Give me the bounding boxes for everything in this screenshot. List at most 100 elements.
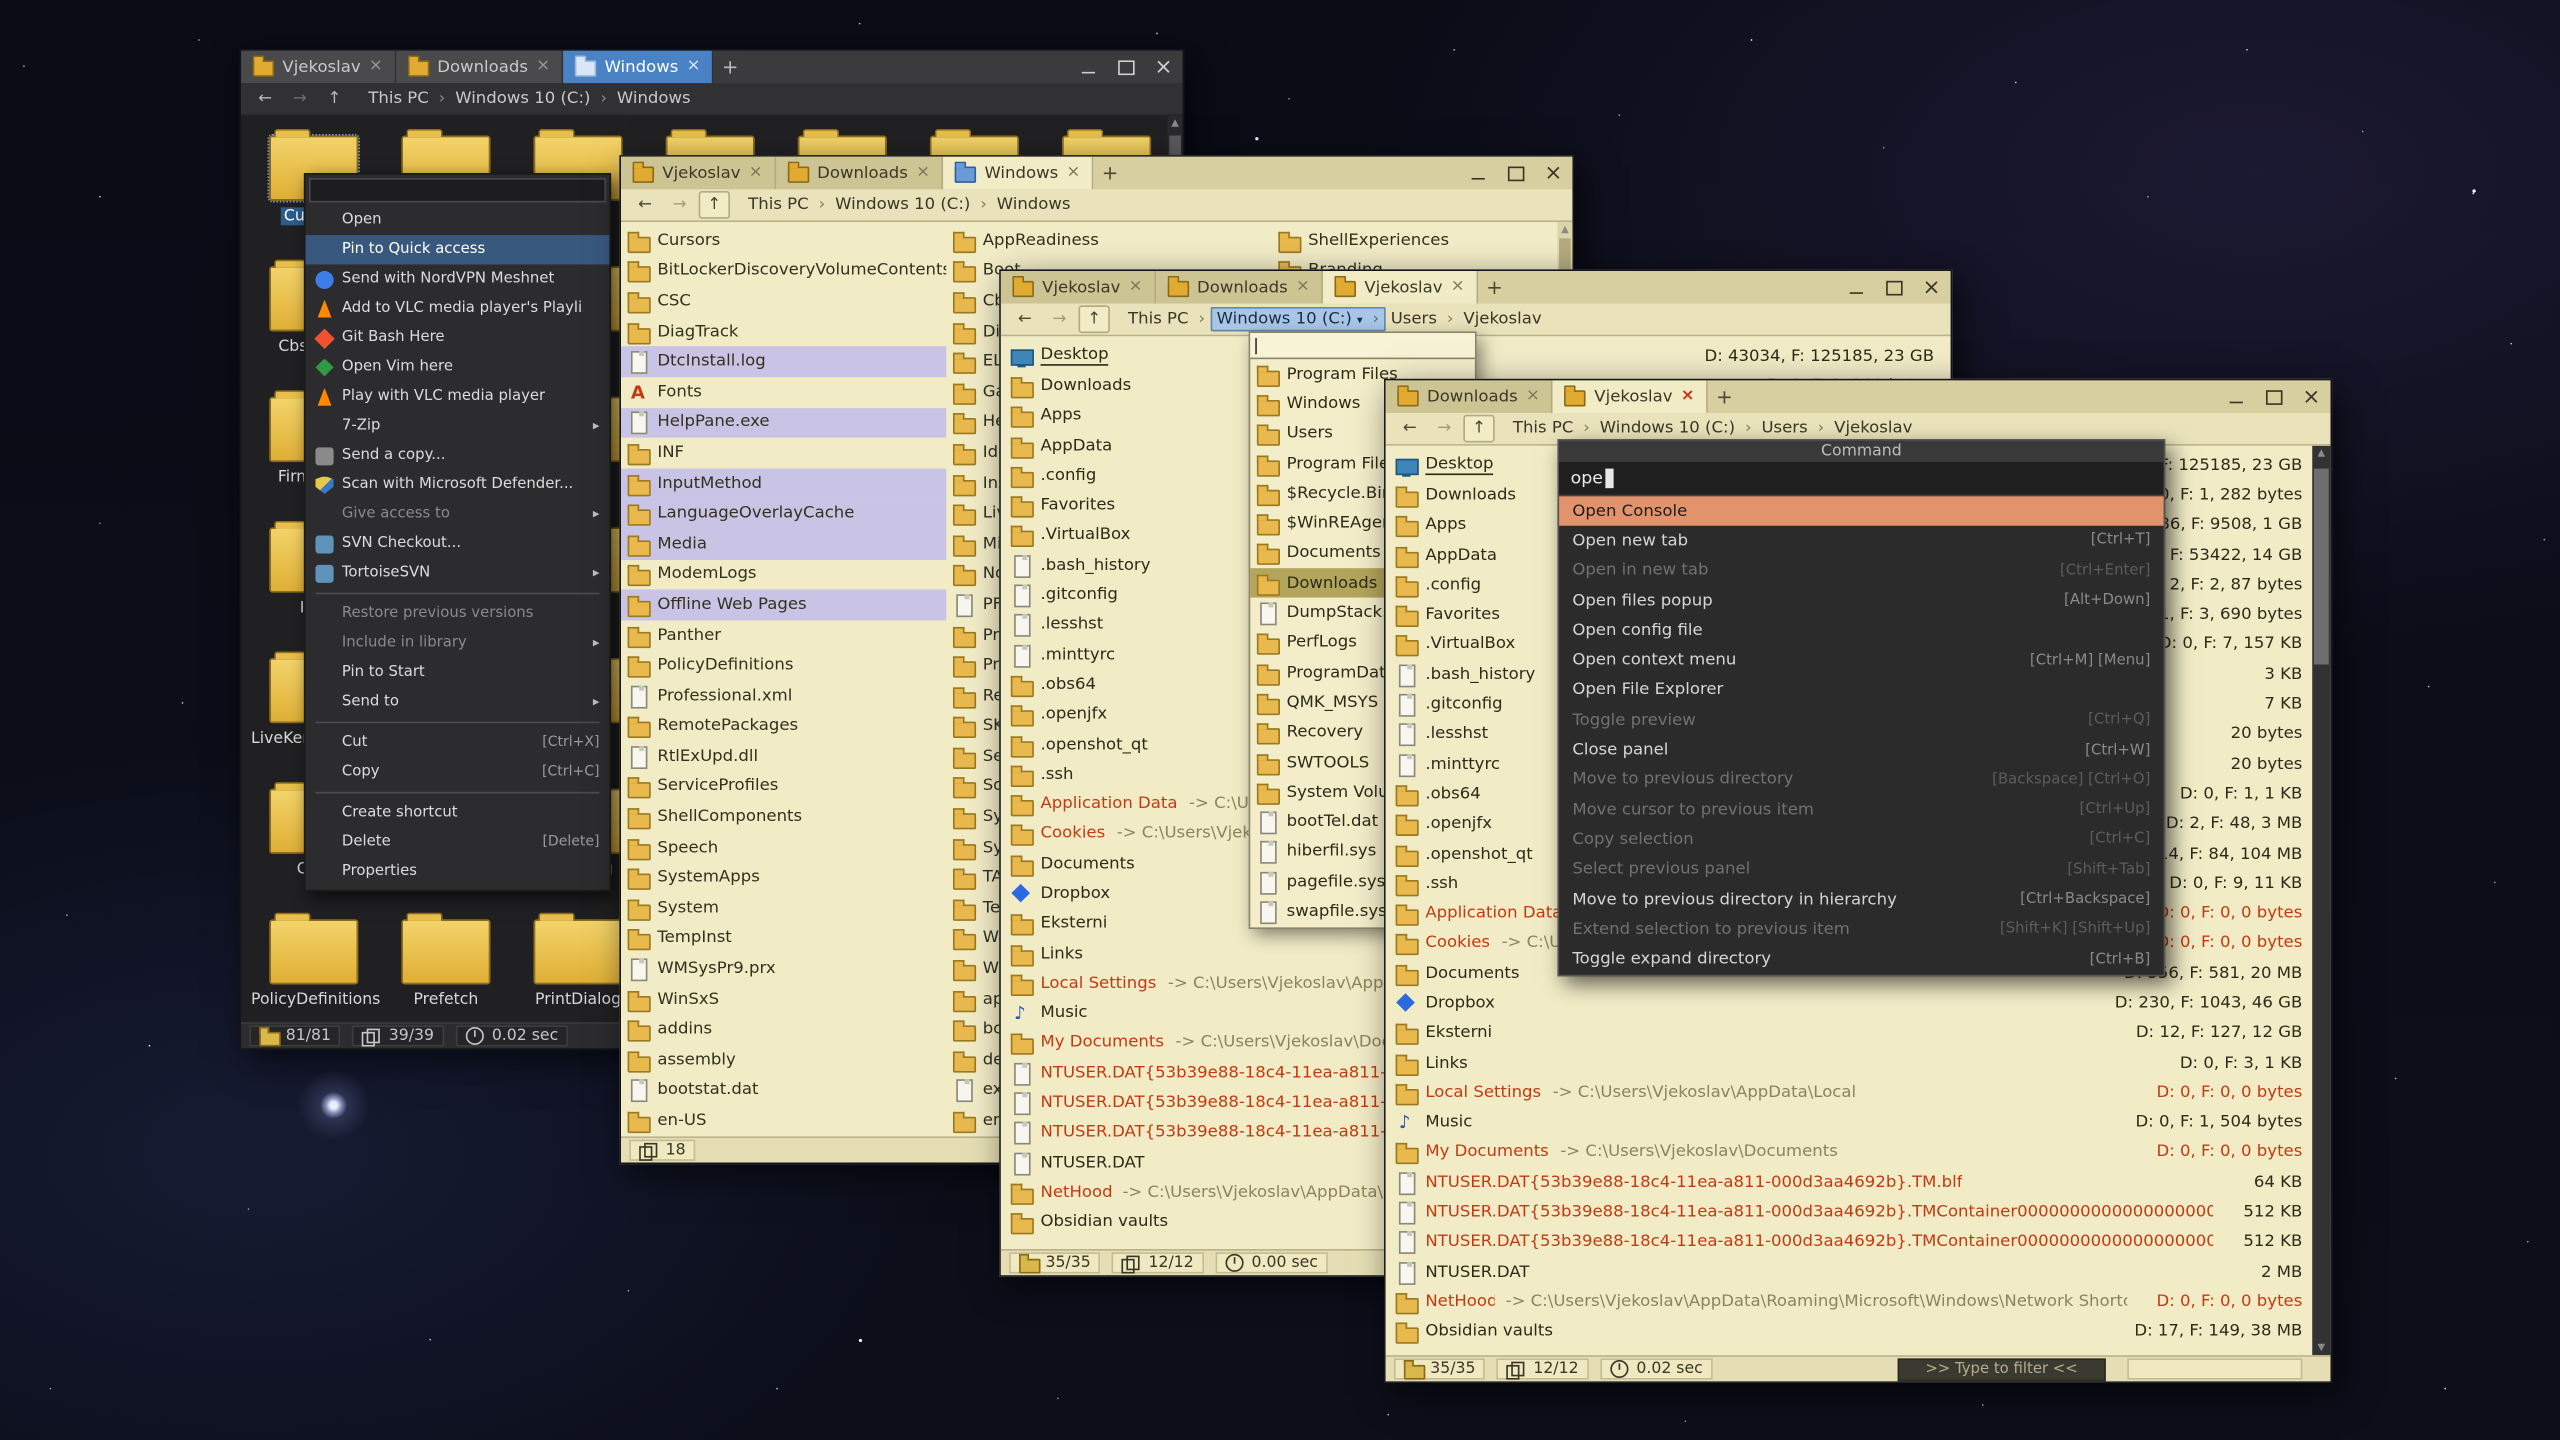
file-row[interactable]: bootstat.dat xyxy=(621,1075,946,1105)
breadcrumb-item[interactable]: Users xyxy=(1757,418,1830,439)
tab-close-icon[interactable] xyxy=(369,59,383,75)
context-menu-item[interactable]: Scan with Microsoft Defender... xyxy=(306,470,610,499)
file-row[interactable]: ShellExperiences xyxy=(1272,225,1573,255)
command-item[interactable]: Open files popup [Alt+Down] xyxy=(1559,586,2163,616)
minimize-button[interactable] xyxy=(1458,157,1496,190)
up-button[interactable] xyxy=(319,85,350,113)
file-row[interactable]: RemotePackages xyxy=(621,711,946,741)
tab[interactable]: Downloads xyxy=(776,157,943,190)
back-button[interactable] xyxy=(1394,415,1425,443)
up-button[interactable] xyxy=(1463,415,1494,443)
file-row[interactable]: NTUSER.DAT{53b39e88-18c4-11ea-a811-000d3… xyxy=(1386,1197,2313,1227)
new-tab-button[interactable] xyxy=(1478,271,1511,304)
tab-close-icon[interactable] xyxy=(1526,389,1540,405)
file-row[interactable]: Fonts xyxy=(621,377,946,407)
maximize-button[interactable] xyxy=(2254,380,2292,413)
vertical-scrollbar[interactable] xyxy=(2312,446,2330,1355)
file-row[interactable]: assembly xyxy=(621,1045,946,1075)
context-menu-item[interactable]: Delete [Delete] xyxy=(306,828,610,857)
file-row[interactable]: Cursors xyxy=(621,225,946,255)
file-row[interactable]: DtcInstall.log xyxy=(621,347,946,377)
command-item[interactable]: Move to previous directory in hierarchy … xyxy=(1559,885,2163,915)
file-row[interactable]: Panther xyxy=(621,620,946,650)
context-menu-item[interactable]: Properties xyxy=(306,857,610,886)
dropdown-filter-input[interactable] xyxy=(1250,333,1475,359)
breadcrumb-item[interactable]: Windows 10 (C:) xyxy=(450,88,612,109)
file-row[interactable]: NetHood C:\Users\Vjekoslav\AppData\Roami… xyxy=(1386,1287,2313,1317)
forward-button[interactable] xyxy=(664,191,695,219)
file-row[interactable]: NTUSER.DAT{53b39e88-18c4-11ea-a811-000d3… xyxy=(1386,1227,2313,1257)
file-row[interactable]: Local Settings C:\Users\Vjekoslav\AppDat… xyxy=(1386,1078,2313,1108)
breadcrumb-item[interactable]: This PC xyxy=(743,194,830,215)
file-row[interactable]: Eksterni D: 12, F: 127, 12 GB xyxy=(1386,1018,2313,1048)
back-button[interactable] xyxy=(629,191,660,219)
tab[interactable]: Downloads xyxy=(396,51,563,84)
context-menu-item[interactable]: Include in library xyxy=(306,629,610,658)
close-button[interactable] xyxy=(2292,380,2330,413)
file-row[interactable]: Links D: 0, F: 3, 1 KB xyxy=(1386,1048,2313,1078)
tab-close-icon[interactable] xyxy=(916,165,930,181)
context-menu-item[interactable]: TortoiseSVN xyxy=(306,558,610,587)
up-button[interactable] xyxy=(1078,305,1109,333)
tab-close-icon[interactable] xyxy=(1681,389,1695,405)
file-row[interactable]: Offline Web Pages xyxy=(621,590,946,620)
file-row[interactable]: Music D: 0, F: 1, 504 bytes xyxy=(1386,1108,2313,1138)
scrollbar-thumb[interactable] xyxy=(2314,469,2329,665)
tab[interactable]: Vjekoslav xyxy=(1001,271,1156,304)
context-menu-item[interactable]: Copy [Ctrl+C] xyxy=(306,758,610,787)
file-row[interactable]: en-US xyxy=(621,1106,946,1136)
menu-inline-input[interactable] xyxy=(309,178,606,202)
context-menu-item[interactable]: Open xyxy=(306,206,610,235)
context-menu-item[interactable]: Add to VLC media player's Playlist xyxy=(306,294,610,323)
tab[interactable]: Windows xyxy=(943,157,1093,190)
file-row[interactable]: Speech xyxy=(621,832,946,862)
minimize-button[interactable] xyxy=(2216,380,2254,413)
file-row[interactable]: Media xyxy=(621,529,946,559)
tab[interactable]: Vjekoslav xyxy=(241,51,396,84)
breadcrumb-item[interactable]: Vjekoslav xyxy=(1458,309,1556,330)
breadcrumb-item[interactable]: Windows xyxy=(992,194,1086,215)
new-tab-button[interactable] xyxy=(714,51,747,84)
file-row[interactable]: ShellComponents xyxy=(621,802,946,832)
tab-close-icon[interactable] xyxy=(536,59,550,75)
command-item[interactable]: Move to previous directory [Backspace] [… xyxy=(1559,765,2163,795)
forward-button[interactable] xyxy=(1044,305,1075,333)
file-row[interactable]: Dropbox D: 230, F: 1043, 46 GB xyxy=(1386,988,2313,1018)
tab-close-icon[interactable] xyxy=(687,59,701,75)
command-item[interactable]: Select previous panel [Shift+Tab] xyxy=(1559,855,2163,885)
context-menu-item[interactable]: Create shortcut xyxy=(306,798,610,827)
command-item[interactable]: Open context menu [Ctrl+M] [Menu] xyxy=(1559,646,2163,676)
context-menu-item[interactable]: Git Bash Here xyxy=(306,323,610,352)
maximize-button[interactable] xyxy=(1875,271,1913,304)
context-menu-item[interactable]: Cut [Ctrl+X] xyxy=(306,728,610,757)
tab[interactable]: Vjekoslav xyxy=(1323,271,1478,304)
command-item[interactable]: Open new tab [Ctrl+T] xyxy=(1559,526,2163,556)
tab[interactable]: Vjekoslav xyxy=(1553,380,1708,413)
command-item[interactable]: Toggle preview [Ctrl+Q] xyxy=(1559,705,2163,735)
breadcrumb-item[interactable]: This PC xyxy=(1508,418,1595,439)
command-item[interactable]: Open File Explorer xyxy=(1559,676,2163,706)
context-menu-item[interactable]: Send with NordVPN Meshnet xyxy=(306,264,610,293)
context-menu-item[interactable]: Play with VLC media player xyxy=(306,382,610,411)
tab[interactable]: Downloads xyxy=(1386,380,1553,413)
breadcrumb-item[interactable]: Windows xyxy=(612,88,706,109)
command-item[interactable]: Copy selection [Ctrl+C] xyxy=(1559,825,2163,855)
up-button[interactable] xyxy=(699,191,730,219)
command-item[interactable]: Move cursor to previous item [Ctrl+Up] xyxy=(1559,795,2163,825)
close-button[interactable] xyxy=(1534,157,1572,190)
file-row[interactable]: WMSysPr9.prx xyxy=(621,954,946,984)
breadcrumb-item[interactable]: This PC xyxy=(363,88,450,109)
forward-button[interactable] xyxy=(284,85,315,113)
tab-close-icon[interactable] xyxy=(1129,279,1143,295)
tab[interactable]: Downloads xyxy=(1156,271,1323,304)
minimize-button[interactable] xyxy=(1837,271,1875,304)
command-palette-input[interactable]: ope xyxy=(1559,462,2163,496)
file-row[interactable]: ServiceProfiles xyxy=(621,772,946,802)
command-item[interactable]: Extend selection to previous item [Shift… xyxy=(1559,915,2163,945)
context-menu-item[interactable]: Give access to xyxy=(306,500,610,529)
grid-file-item[interactable]: PolicyDefinitions xyxy=(248,906,380,1022)
file-row[interactable]: My Documents C:\Users\Vjekoslav\Document… xyxy=(1386,1138,2313,1168)
command-item[interactable]: Toggle expand directory [Ctrl+B] xyxy=(1559,944,2163,974)
command-item[interactable]: Open in new tab [Ctrl+Enter] xyxy=(1559,556,2163,586)
maximize-button[interactable] xyxy=(1496,157,1534,190)
